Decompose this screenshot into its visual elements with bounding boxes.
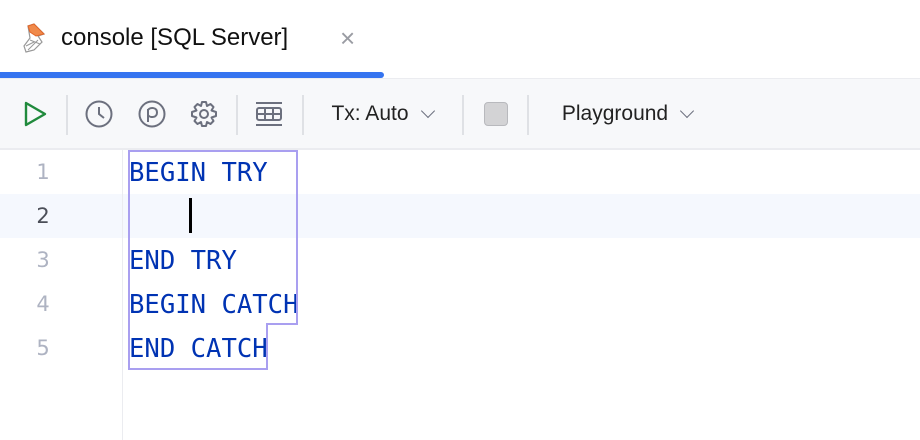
output-table-button[interactable] [252,79,286,149]
parameter-p-icon [138,100,166,128]
close-icon[interactable]: × [340,24,355,52]
play-icon [24,101,47,127]
transaction-mode-dropdown[interactable]: Tx: Auto [318,79,446,149]
gear-icon [191,101,217,127]
separator [462,95,464,135]
schema-label: Playground [561,102,669,125]
separator [302,95,304,135]
table-icon [256,102,282,126]
separator [66,95,68,135]
tab-title: console [SQL Server] [61,24,289,51]
code-block-outline [128,150,298,370]
run-button[interactable] [18,79,52,149]
history-button[interactable] [82,79,116,149]
tab-console[interactable]: console [SQL Server] × [0,0,384,78]
tx-mode-label: Tx: Auto [331,102,409,125]
parameters-button[interactable] [135,79,169,149]
clock-icon [85,100,113,128]
code-editor[interactable]: 1 2 3 4 5 BEGIN TRY END TRY BEGIN CATCH … [0,150,920,440]
chevron-down-icon [680,103,695,119]
stop-icon [484,102,508,126]
sql-server-icon [23,23,46,53]
separator [236,95,238,135]
chevron-down-icon [420,103,435,119]
stop-button[interactable] [480,79,512,149]
settings-button[interactable] [187,79,221,149]
schema-dropdown[interactable]: Playground [546,79,708,149]
tab-bar: console [SQL Server] × [0,0,920,78]
separator [527,95,529,135]
toolbar: Tx: Auto Playground [0,78,920,150]
